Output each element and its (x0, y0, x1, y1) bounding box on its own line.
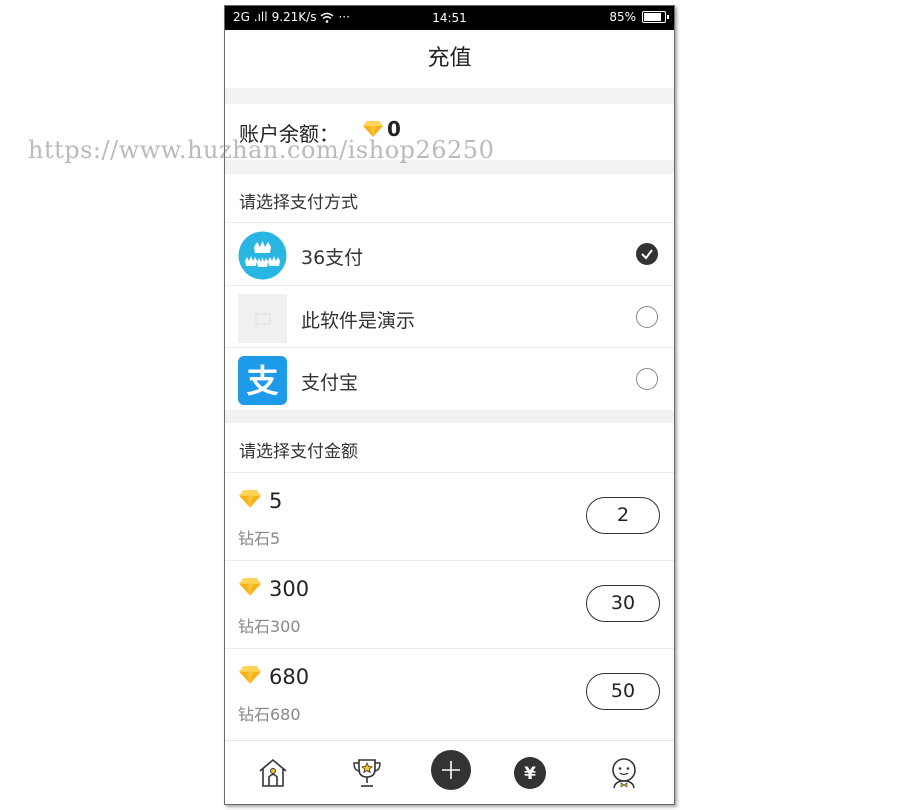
trophy-icon (353, 759, 381, 787)
status-bar: 2G .ıll 9.21K/s ··· 14:51 85% (225, 6, 674, 30)
diamond-amount: 680 (269, 665, 310, 689)
payment-option-label: 36支付 (301, 247, 364, 269)
amount-option-5[interactable]: 5 钻石5 2 (225, 473, 674, 561)
diamond-icon (239, 578, 261, 596)
radio-selected[interactable] (636, 243, 658, 265)
watermark-url: https://www.huzhan.com/ishop26250 (28, 136, 495, 164)
yuan-icon: ¥ (514, 757, 546, 789)
tab-ranking[interactable] (345, 751, 389, 795)
diamond-amount: 300 (269, 577, 310, 601)
price-button[interactable]: 30 (586, 585, 660, 622)
payment-option-label: 此软件是演示 (301, 310, 416, 332)
radio-unselected[interactable] (636, 306, 658, 328)
plus-icon (431, 750, 471, 790)
section-gap (225, 410, 674, 423)
price-button[interactable]: 2 (586, 497, 660, 534)
payment-option-demo[interactable]: 此软件是演示 (225, 286, 674, 348)
section-gap (225, 88, 674, 104)
diamond-desc: 钻石5 (238, 529, 281, 548)
tab-home[interactable] (251, 751, 295, 795)
diamond-amount: 5 (269, 489, 283, 513)
diamond-desc: 钻石300 (238, 617, 301, 636)
amount-option-680[interactable]: 680 钻石680 50 (225, 649, 674, 737)
payment-option-36pay[interactable]: 36支付 (225, 223, 674, 285)
radio-unselected[interactable] (636, 368, 658, 390)
phone-frame: 2G .ıll 9.21K/s ··· 14:51 85% 充值 账户余额： 0… (224, 5, 675, 805)
battery-percent: 85% (609, 10, 636, 24)
diamond-icon (239, 666, 261, 684)
payment-option-alipay[interactable]: 支 支付宝 (225, 348, 674, 410)
amount-option-300[interactable]: 300 钻石300 30 (225, 561, 674, 649)
battery-icon (642, 11, 669, 23)
tab-recharge[interactable]: ¥ (508, 751, 552, 795)
svg-text:¥: ¥ (524, 764, 536, 784)
alipay-logo-icon: 支 (238, 356, 287, 405)
status-time: 14:51 (432, 11, 467, 25)
placeholder-image-icon (238, 294, 287, 343)
price-button[interactable]: 50 (586, 673, 660, 710)
tab-publish[interactable] (429, 748, 473, 792)
svg-text:支: 支 (246, 362, 278, 400)
battery-fill (644, 13, 661, 21)
bottom-tab-bar: ¥ (225, 740, 674, 804)
crown-logo-icon (238, 231, 287, 280)
payment-option-label: 支付宝 (301, 372, 359, 394)
profile-icon (612, 758, 636, 789)
tab-profile[interactable] (602, 751, 646, 795)
amount-section-title: 请选择支付金额 (239, 442, 358, 462)
page-title: 充值 (427, 46, 472, 71)
payment-section-title: 请选择支付方式 (239, 193, 358, 213)
home-icon (259, 758, 287, 787)
diamond-icon (239, 490, 261, 508)
diamond-desc: 钻石680 (238, 705, 301, 724)
check-icon (641, 249, 653, 260)
